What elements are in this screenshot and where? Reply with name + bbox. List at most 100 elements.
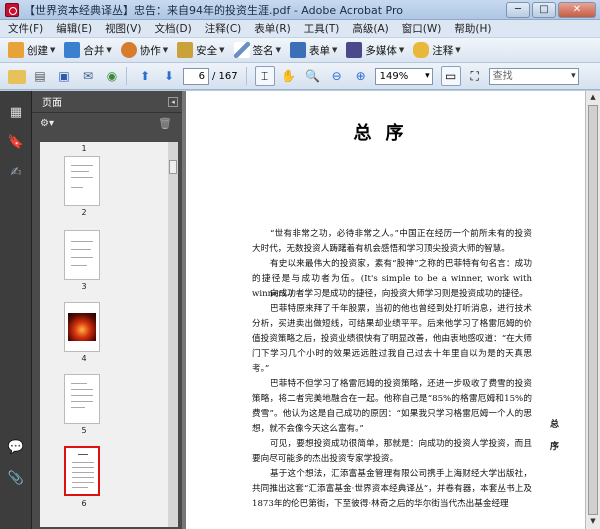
scrollbar-thumb[interactable] — [169, 160, 177, 174]
navigation-pane-strip: ▦ 🔖 ✍ 💬 📎 — [0, 91, 32, 529]
menu-help[interactable]: 帮助(H) — [454, 21, 491, 36]
page-thumbnail-4[interactable] — [64, 302, 100, 352]
comment-button[interactable]: 注释 ▼ — [413, 42, 461, 58]
page-thumbnail-6[interactable] — [64, 446, 100, 496]
previous-page-icon[interactable]: ⬆ — [135, 66, 155, 86]
dropdown-arrow-icon: ▼ — [219, 46, 225, 54]
menu-edit[interactable]: 编辑(E) — [56, 21, 92, 36]
text-line — [71, 249, 91, 250]
page-thumbnail-2[interactable] — [64, 156, 100, 206]
collaborate-button[interactable]: 协作 ▼ — [120, 42, 169, 58]
menu-advanced[interactable]: 高级(A) — [352, 21, 388, 36]
pages-panel-toolbar: ⚙▾ 🗑 — [32, 113, 182, 133]
dropdown-arrow-icon: ▼ — [50, 46, 56, 54]
menu-bar: 文件(F) 编辑(E) 视图(V) 文档(D) 注释(C) 表单(R) 工具(T… — [0, 20, 600, 38]
thumbnail-label: 6 — [81, 499, 87, 508]
dropdown-arrow-icon: ▼ — [162, 46, 169, 54]
menu-tools[interactable]: 工具(T) — [304, 21, 340, 36]
paragraph: “世有非常之功，必待非常之人。”中国正在经历一个前所未有的投资大时代，无数投资人… — [252, 229, 532, 254]
paragraph: 向成功者学习是成功的捷径，向投资大师学习则是投资成功的捷径。 — [270, 289, 528, 299]
menu-document[interactable]: 文档(D) — [154, 21, 191, 36]
thumbnail-scrollbar[interactable] — [168, 142, 178, 527]
close-button[interactable]: ✕ — [558, 1, 596, 18]
signatures-icon[interactable]: ✍ — [8, 163, 24, 181]
pages-panel-icon[interactable]: ▦ — [8, 103, 24, 121]
text-line — [71, 389, 93, 390]
options-gear-icon[interactable]: ⚙▾ — [40, 118, 54, 129]
text-line — [72, 477, 94, 478]
document-scrollbar[interactable]: ▲ ▼ — [585, 91, 600, 529]
zoom-tool-icon[interactable]: 🔍 — [303, 66, 323, 86]
scroll-down-icon[interactable]: ▼ — [588, 517, 598, 527]
dropdown-arrow-icon: ▼ — [455, 46, 461, 54]
secure-button[interactable]: 安全 ▼ — [177, 42, 225, 58]
minimize-button[interactable]: ─ — [506, 1, 530, 18]
secure-label: 安全 — [196, 44, 218, 57]
search-input[interactable]: 查找 — [488, 67, 579, 85]
text-line — [71, 401, 93, 402]
text-line — [72, 482, 94, 483]
text-line — [72, 472, 94, 473]
page-thumbnail-5[interactable] — [64, 374, 100, 424]
multimedia-button[interactable]: 多媒体 ▼ — [346, 42, 404, 58]
zoom-in-icon[interactable]: ⊕ — [351, 66, 371, 86]
select-tool-icon[interactable]: ⌶ — [254, 66, 275, 86]
text-line — [71, 165, 93, 166]
full-screen-icon[interactable]: ⛶ — [465, 66, 485, 86]
text-line — [71, 407, 85, 408]
zoom-out-icon[interactable]: ⊖ — [327, 66, 347, 86]
attachments-icon[interactable]: 📎 — [8, 469, 24, 487]
next-page-icon[interactable]: ⬇ — [159, 66, 179, 86]
form-icon — [289, 42, 306, 58]
toolbar-separator — [245, 67, 247, 85]
navigation-toolbar: ▤ ▣ ✉ ◉ ⬆ ⬇ 6 / 167 ⌶ ✋ 🔍 ⊖ ⊕ 149% ▭ ⛶ 查… — [0, 63, 600, 90]
page-heading: 总序 — [353, 123, 418, 144]
paragraph: 巴菲特原来拜了千年股票，当初的他也曾经到处打听消息，进行技术分析，买进卖出做短线… — [252, 304, 532, 374]
window-title: 【世界资本经典译丛】忠告：来自94年的投资生涯.pdf - Adobe Acro… — [24, 3, 403, 17]
open-folder-icon[interactable] — [8, 70, 26, 84]
pages-panel: 页面 ◂ ⚙▾ 🗑 1 2 3 4 5 6 — [32, 91, 182, 529]
menu-view[interactable]: 视图(V) — [105, 21, 141, 36]
panel-close-icon[interactable]: ◂ — [168, 97, 178, 107]
hand-tool-icon[interactable]: ✋ — [279, 66, 299, 86]
sign-button[interactable]: 签名 ▼ — [233, 42, 281, 58]
side-marker: 总 — [550, 420, 560, 430]
lock-icon — [177, 42, 194, 58]
dropdown-arrow-icon: ▼ — [398, 46, 405, 54]
comment-icon — [413, 42, 430, 58]
page-number-input[interactable]: 6 — [183, 67, 209, 85]
multimedia-label: 多媒体 — [365, 44, 397, 57]
pen-icon — [233, 42, 250, 58]
print-icon[interactable]: ▤ — [30, 66, 50, 86]
text-line — [72, 487, 88, 488]
text-line — [71, 241, 93, 242]
text-line — [71, 187, 83, 188]
page-thumbnail-3[interactable] — [64, 230, 100, 280]
scrollbar-thumb[interactable] — [588, 105, 598, 515]
scroll-up-icon[interactable]: ▲ — [588, 93, 598, 103]
email-icon[interactable]: ✉ — [78, 66, 98, 86]
combine-button[interactable]: 合并 ▼ — [64, 42, 112, 58]
thumbnail-label: 2 — [81, 208, 87, 217]
comments-panel-icon[interactable]: 💬 — [8, 438, 24, 456]
delete-trash-icon[interactable]: 🗑 — [158, 117, 172, 130]
acrobat-app-icon[interactable] — [5, 2, 19, 17]
menu-comments[interactable]: 注释(C) — [205, 21, 242, 36]
side-marker: 序 — [550, 442, 560, 452]
zoom-level-select[interactable]: 149% — [374, 67, 433, 85]
forms-button[interactable]: 表单 ▼ — [289, 42, 337, 58]
menu-file[interactable]: 文件(F) — [8, 21, 43, 36]
maximize-button[interactable]: □ — [532, 1, 556, 18]
page-total: / 167 — [212, 70, 238, 82]
save-icon[interactable]: ▣ — [54, 66, 74, 86]
create-button[interactable]: 创建 ▼ — [8, 42, 55, 58]
combine-icon — [64, 42, 81, 58]
dropdown-arrow-icon: ▼ — [275, 46, 281, 54]
thumbnail-image — [68, 313, 96, 341]
menu-forms[interactable]: 表单(R) — [254, 21, 291, 36]
menu-window[interactable]: 窗口(W) — [402, 21, 442, 36]
bookmarks-icon[interactable]: 🔖 — [8, 133, 24, 151]
fit-page-icon[interactable]: ▭ — [440, 66, 461, 86]
globe-icon[interactable]: ◉ — [102, 66, 122, 86]
text-line — [71, 383, 87, 384]
